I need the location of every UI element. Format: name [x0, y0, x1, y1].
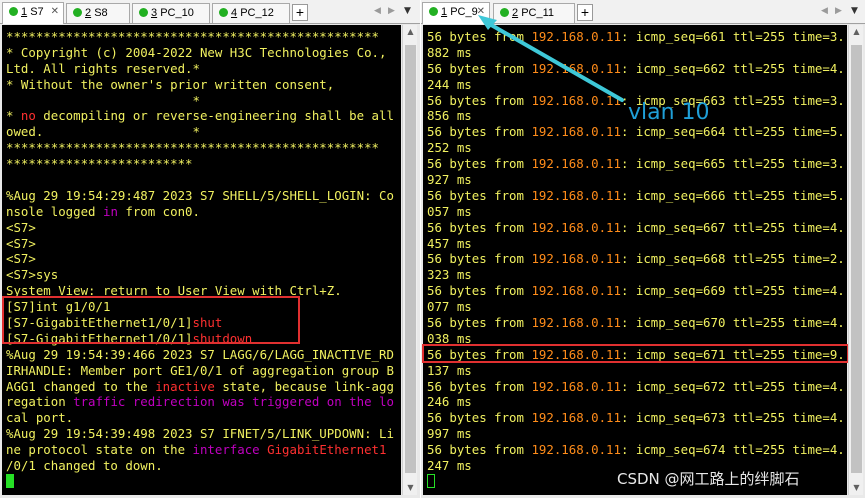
vlan-annotation-label: vlan 10 — [628, 100, 710, 125]
annotation-arrow — [478, 15, 624, 102]
csdn-watermark: CSDN @网工路上的绊脚石 — [617, 470, 800, 488]
